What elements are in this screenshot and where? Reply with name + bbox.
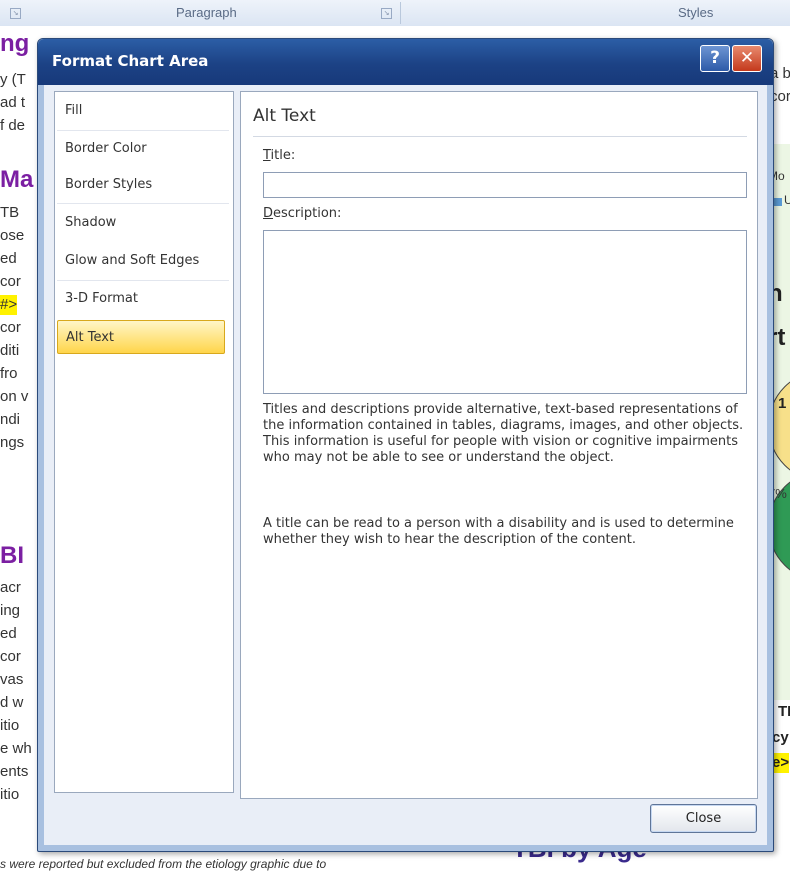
doc-fragment: diti: [0, 342, 20, 359]
nav-item-border-color[interactable]: Border Color: [57, 132, 229, 166]
ribbon-group-styles: Styles: [678, 5, 714, 20]
doc-fragment: ngs: [0, 434, 25, 451]
nav-item-label: Fill: [65, 103, 83, 118]
ribbon-bar: ↘ Paragraph ↘ Styles: [0, 0, 790, 27]
nav-separator: [57, 130, 229, 131]
doc-fragment: e>: [772, 753, 790, 773]
doc-fragment: itio: [0, 717, 20, 734]
nav-item-glow-soft-edges[interactable]: Glow and Soft Edges: [57, 244, 229, 278]
help-icon[interactable]: ?: [700, 45, 730, 72]
close-icon[interactable]: ✕: [732, 45, 762, 72]
title-label: Title:: [263, 148, 296, 163]
nav-item-label: Border Styles: [65, 177, 153, 192]
help-text-paragraph: A title can be read to a person with a d…: [263, 516, 734, 547]
doc-fragment: f de: [0, 117, 26, 134]
doc-fragment: TB: [0, 204, 20, 221]
doc-fragment: 1: [778, 395, 787, 412]
alt-text-panel: Alt Text Title: Description: Titles and …: [240, 91, 758, 799]
description-label: Description:: [263, 206, 342, 221]
doc-fragment: ad t: [0, 94, 26, 111]
doc-footnote: s were reported but excluded from the et…: [0, 857, 327, 871]
doc-fragment: cor: [0, 648, 21, 665]
doc-fragment: e wh: [0, 740, 32, 757]
doc-fragment: cy: [772, 729, 789, 746]
doc-fragment: #>: [0, 295, 18, 315]
paragraph-dialog-launcher-icon[interactable]: ↘: [381, 8, 392, 19]
nav-item-label: 3-D Format: [65, 291, 138, 306]
doc-fragment: fro: [0, 365, 18, 382]
ribbon-group-paragraph: Paragraph: [176, 5, 237, 20]
nav-item-label: Alt Text: [66, 330, 115, 345]
doc-fragment: acr: [0, 579, 21, 596]
section-divider: [253, 136, 747, 137]
doc-fragment: ents: [0, 763, 29, 780]
nav-item-label: Shadow: [65, 215, 117, 230]
nav-item-shadow[interactable]: Shadow: [57, 206, 229, 240]
doc-fragment: itio: [0, 786, 20, 803]
doc-fragment: vas: [0, 671, 24, 688]
help-text-paragraph: Titles and descriptions provide alternat…: [263, 402, 744, 465]
paragraph-launcher-icon[interactable]: ↘: [10, 8, 21, 19]
legend-swatch: [774, 198, 782, 206]
section-title: Alt Text: [253, 106, 316, 126]
doc-fragment: ing: [0, 602, 21, 619]
nav-item-border-styles[interactable]: Border Styles: [57, 168, 229, 202]
doc-fragment: ng: [0, 30, 30, 57]
doc-fragment: BI: [0, 542, 24, 569]
dialog-client-area: Fill Border Color Border Styles Shadow G…: [44, 85, 767, 845]
nav-item-3d-format[interactable]: 3-D Format: [57, 282, 229, 316]
doc-fragment: U: [784, 193, 790, 207]
ribbon-separator: [400, 2, 401, 24]
doc-fragment: TI: [778, 703, 790, 720]
doc-fragment: on v: [0, 388, 29, 405]
doc-fragment: y (T: [0, 71, 26, 88]
doc-fragment: cor: [0, 319, 21, 336]
doc-fragment: ndi: [0, 411, 21, 428]
title-input[interactable]: [263, 172, 747, 198]
format-chart-area-dialog: Format Chart Area ? ✕ Fill Border Color …: [37, 38, 774, 852]
doc-fragment: Ma: [0, 166, 34, 193]
doc-fragment: ed: [0, 625, 17, 642]
doc-fragment: d w: [0, 694, 24, 711]
doc-fragment: cor: [0, 273, 21, 290]
nav-item-label: Border Color: [65, 141, 147, 156]
description-textarea[interactable]: [263, 230, 747, 394]
dialog-title: Format Chart Area: [52, 52, 209, 70]
category-list: Fill Border Color Border Styles Shadow G…: [54, 91, 234, 793]
doc-fragment: ose: [0, 227, 25, 244]
dialog-titlebar[interactable]: Format Chart Area ? ✕: [38, 39, 773, 85]
doc-fragment: ed: [0, 250, 17, 267]
nav-item-label: Glow and Soft Edges: [65, 253, 200, 268]
nav-item-alt-text[interactable]: Alt Text: [57, 320, 225, 354]
nav-separator: [57, 203, 229, 204]
close-button[interactable]: Close: [650, 804, 757, 833]
nav-item-fill[interactable]: Fill: [57, 94, 229, 128]
nav-separator: [57, 280, 229, 281]
